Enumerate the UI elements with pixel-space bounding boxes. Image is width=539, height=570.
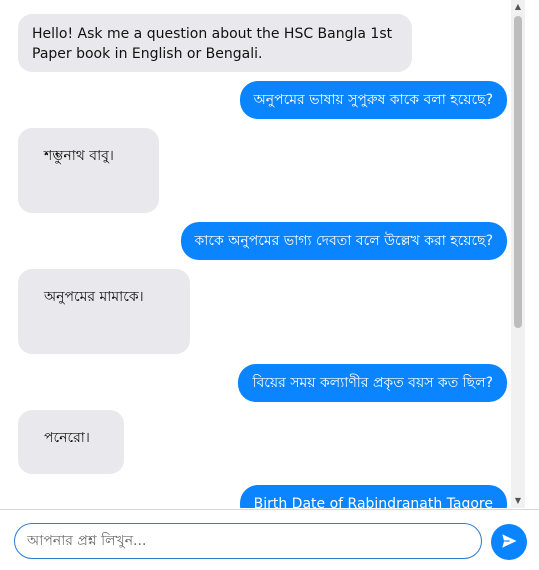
- user-message: বিয়ের সময় কল্যাণীর প্রকৃত বয়স কত ছিল?: [238, 364, 507, 402]
- bot-message: পনেরো।: [18, 410, 124, 474]
- message-input-bar: [0, 509, 539, 570]
- bot-message: অনুপমের মামাকে।: [18, 269, 190, 354]
- bot-message: Hello! Ask me a question about the HSC B…: [18, 14, 412, 72]
- scrollbar-thumb[interactable]: [514, 16, 522, 328]
- send-button[interactable]: [491, 524, 527, 560]
- bot-message: শম্ভুনাথ বাবু।: [18, 128, 159, 213]
- scroll-up-icon[interactable]: ▲: [511, 0, 525, 14]
- user-message: অনুপমের ভাষায় সুপুরুষ কাকে বলা হয়েছে?: [239, 81, 507, 119]
- chat-scrollbar[interactable]: ▲ ▼: [511, 0, 525, 508]
- question-input[interactable]: [14, 523, 482, 559]
- chat-area[interactable]: Hello! Ask me a question about the HSC B…: [0, 0, 525, 508]
- send-icon: [500, 532, 518, 553]
- scroll-down-icon[interactable]: ▼: [511, 494, 525, 508]
- user-message: Birth Date of Rabindranath Tagore: [239, 485, 507, 508]
- user-message: কাকে অনুপমের ভাগ্য দেবতা বলে উল্লেখ করা …: [180, 222, 507, 260]
